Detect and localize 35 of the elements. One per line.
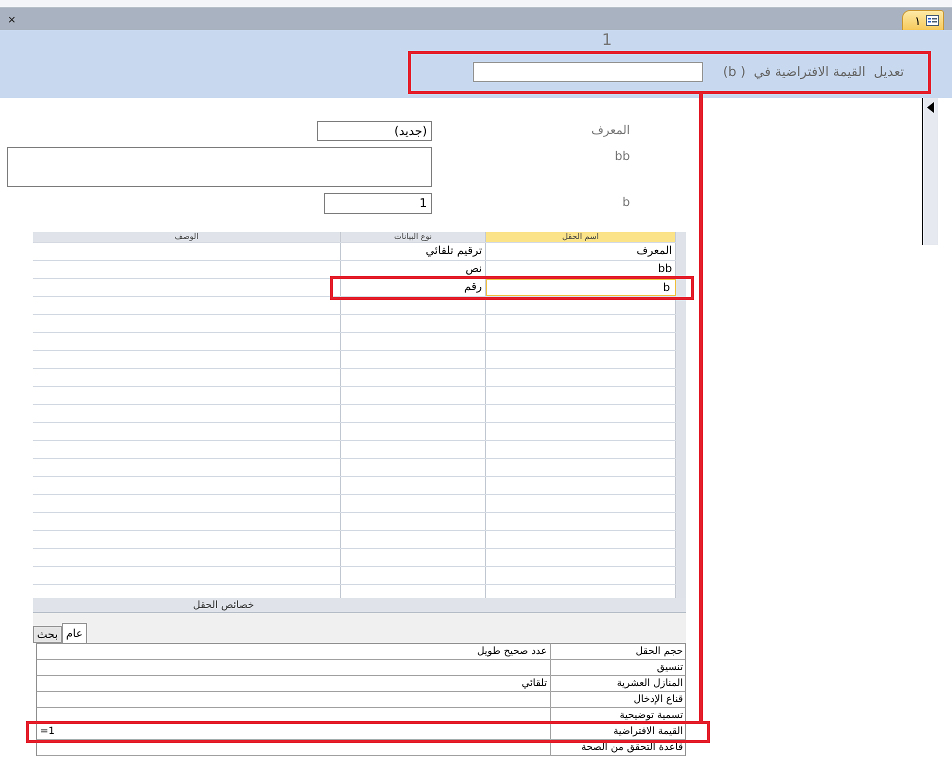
property-name: المنازل العشرية <box>616 677 684 691</box>
property-value[interactable]: تلقائي <box>37 676 551 691</box>
property-name: القيمة الافتراضية <box>612 725 684 739</box>
prompt-label: تعديل القيمة الافتراضية في ( b) <box>722 64 904 80</box>
properties-tab[interactable]: عام <box>62 623 87 643</box>
form-icon <box>926 15 939 26</box>
property-name: قاعدة التحقق من الصحة <box>580 741 684 755</box>
column-header: نوع البيانات <box>341 232 486 242</box>
counter-text: 1 <box>602 31 612 49</box>
close-button[interactable]: × <box>8 12 16 26</box>
properties-title: خصائص الحقل <box>193 599 254 612</box>
table-cell: نص <box>341 261 486 278</box>
form-field[interactable]: 1 <box>324 193 432 214</box>
input-field[interactable] <box>472 62 703 82</box>
field-label: المعرف <box>590 123 630 137</box>
table-cell[interactable]: b <box>486 279 676 296</box>
field-label: bb <box>614 149 630 163</box>
form-field[interactable]: (جديد) <box>317 121 432 141</box>
property-name: تسمية توضيحية <box>618 709 684 723</box>
property-name: حجم الحقل <box>634 645 684 659</box>
column-header: الوصف <box>33 232 341 242</box>
table-cell[interactable]: المعرف <box>486 243 676 260</box>
field-label: b <box>621 195 630 209</box>
properties-tab[interactable]: بحث <box>33 626 62 643</box>
form-field[interactable] <box>7 147 432 187</box>
table-cell: ترقيم تلقائي <box>341 243 486 260</box>
property-name: قناع الإدخال <box>632 693 684 707</box>
table-cell: رقم <box>341 279 486 296</box>
table-cell[interactable]: bb <box>486 261 676 278</box>
column-header: اسم الحقل <box>486 232 676 242</box>
document-tab[interactable]: ١ <box>902 10 944 30</box>
left-arrow-icon[interactable] <box>927 102 934 113</box>
property-name: تنسيق <box>656 661 684 675</box>
property-value[interactable]: =1 <box>37 724 551 739</box>
property-value[interactable]: عدد صحيح طويل <box>37 644 551 659</box>
